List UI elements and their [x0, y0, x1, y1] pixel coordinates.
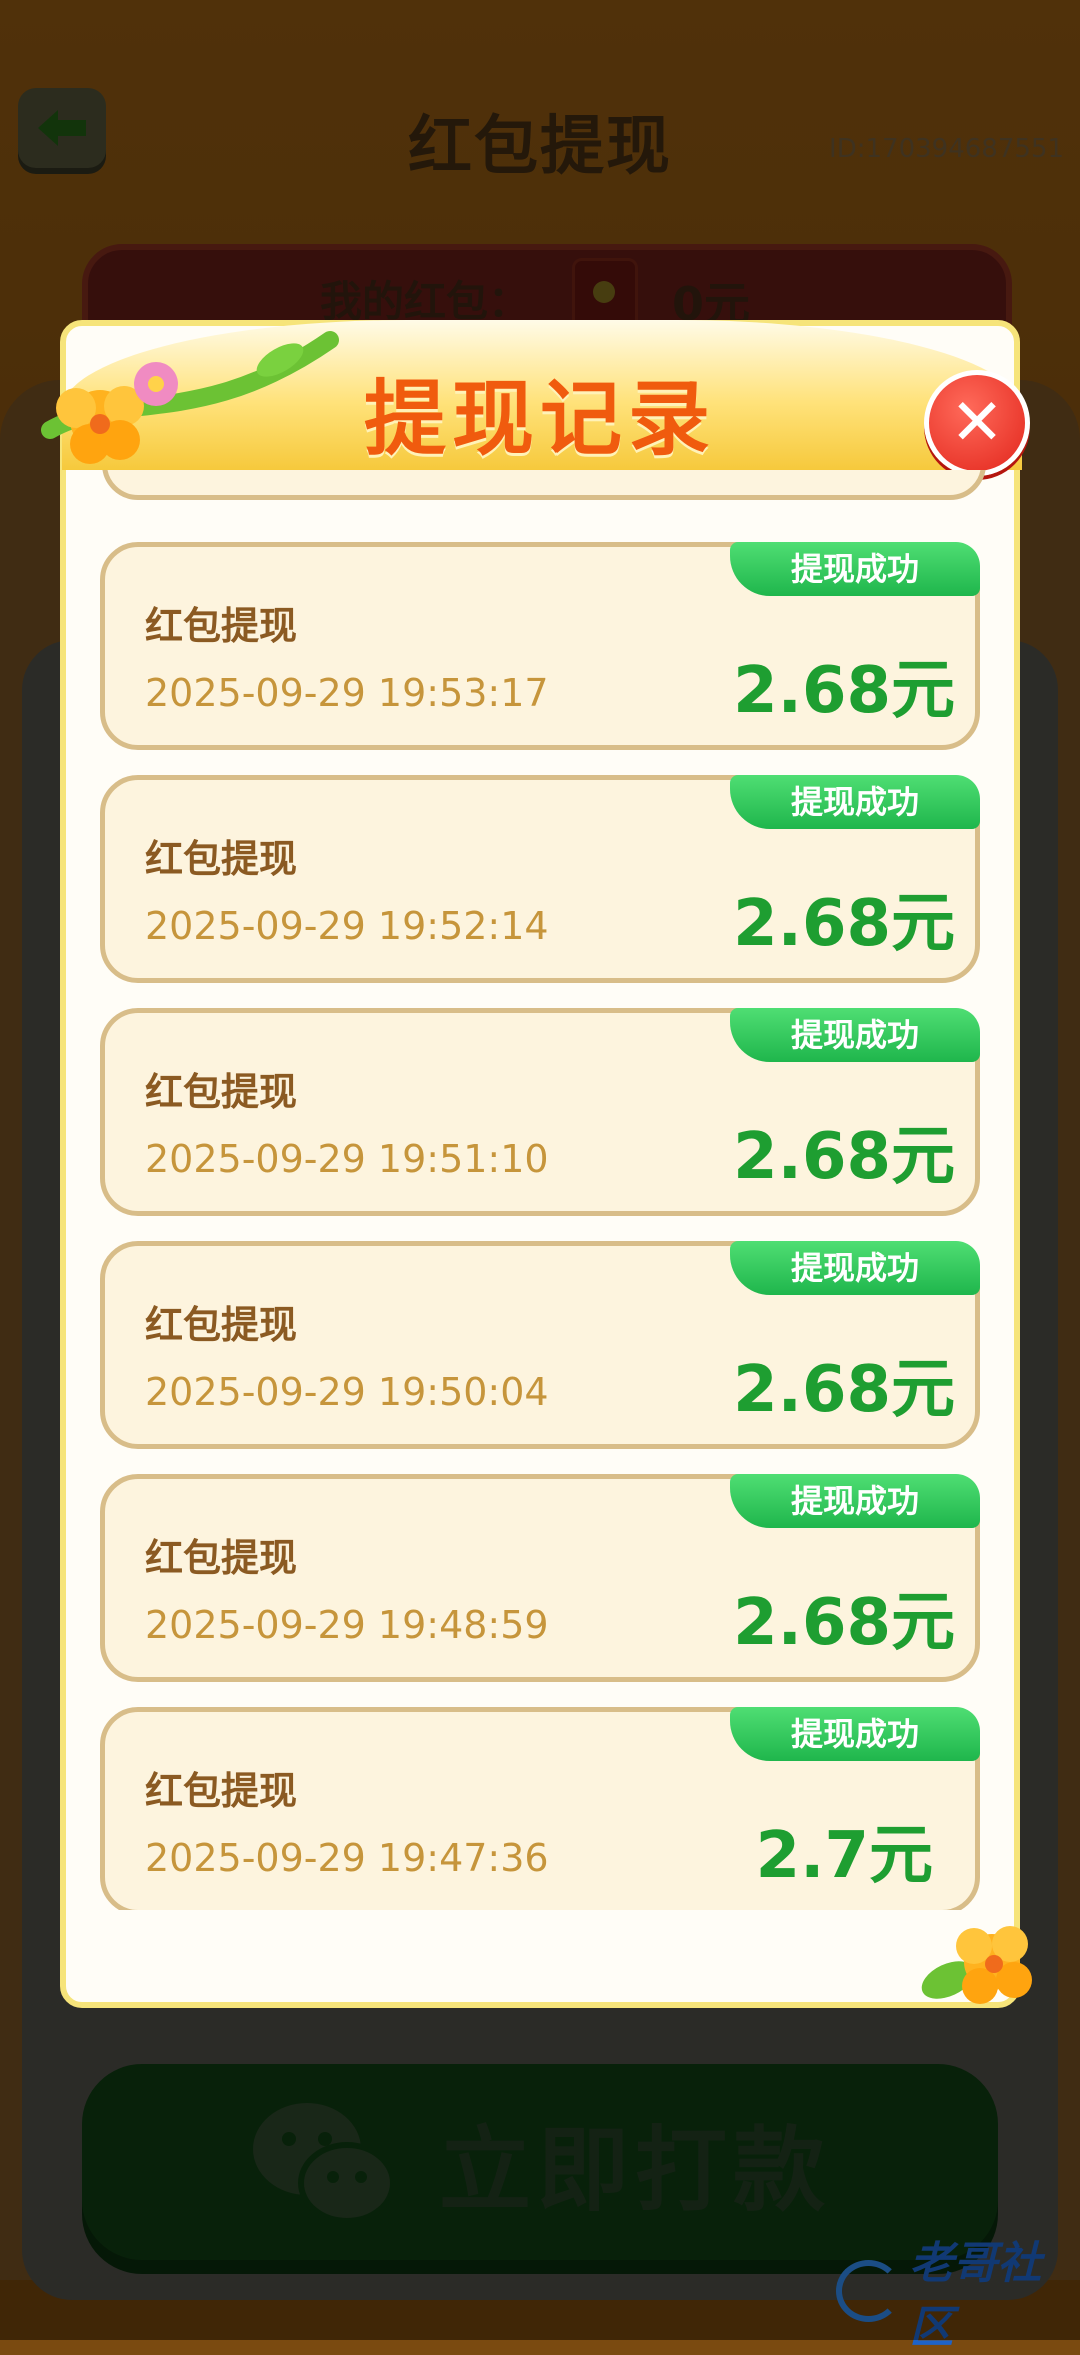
record-time: 2025-09-29 19:52:14	[145, 904, 549, 948]
record-time: 2025-09-29 19:50:04	[145, 1370, 549, 1414]
record-card: 提现成功 红包提现 2025-09-29 19:53:17 2.68元	[100, 542, 980, 750]
close-button[interactable]: ✕	[924, 370, 1030, 476]
record-card: 提现成功 红包提现 2025-09-29 19:47:36 2.7元	[100, 1707, 980, 1910]
record-card: 提现成功 红包提现 2025-09-29 19:48:59 2.68元	[100, 1474, 980, 1682]
record-title: 红包提现	[145, 604, 298, 648]
record-amount: 2.68元	[733, 887, 955, 961]
status-badge: 提现成功	[730, 1707, 980, 1761]
record-card: 提现成功 红包提现 2025-09-29 19:52:14 2.68元	[100, 775, 980, 983]
record-time: 2025-09-29 19:48:59	[145, 1603, 549, 1647]
flower-icon	[921, 1926, 1032, 2004]
record-time: 2025-09-29 19:47:36	[145, 1836, 549, 1880]
record-amount: 2.68元	[733, 654, 955, 728]
records-list[interactable]: 提现成功 红包提现 2025-09-29 19:53:17 2.68元 提现成功…	[60, 470, 1020, 1910]
status-badge: 提现成功	[730, 775, 980, 829]
status-badge: 提现成功	[730, 1241, 980, 1295]
record-amount: 2.68元	[733, 1586, 955, 1660]
vine-decoration-icon	[41, 331, 339, 464]
record-amount: 2.68元	[733, 1353, 955, 1427]
close-icon: ✕	[950, 386, 1004, 460]
status-badge: 提现成功	[730, 1008, 980, 1062]
record-title: 红包提现	[145, 837, 298, 881]
record-card: 提现成功 红包提现 2025-09-29 19:51:10 2.68元	[100, 1008, 980, 1216]
record-time: 2025-09-29 19:53:17	[145, 671, 549, 715]
status-badge: 提现成功	[730, 1474, 980, 1528]
list-item-partial	[102, 470, 986, 500]
record-amount: 2.68元	[733, 1120, 955, 1194]
record-title: 红包提现	[145, 1536, 298, 1580]
record-title: 红包提现	[145, 1769, 298, 1813]
record-time: 2025-09-29 19:51:10	[145, 1137, 549, 1181]
record-card: 提现成功 红包提现 2025-09-29 19:50:04 2.68元	[100, 1241, 980, 1449]
record-amount: 2.7元	[755, 1819, 933, 1893]
status-badge: 提现成功	[730, 542, 980, 596]
record-title: 红包提现	[145, 1070, 298, 1114]
record-title: 红包提现	[145, 1303, 298, 1347]
